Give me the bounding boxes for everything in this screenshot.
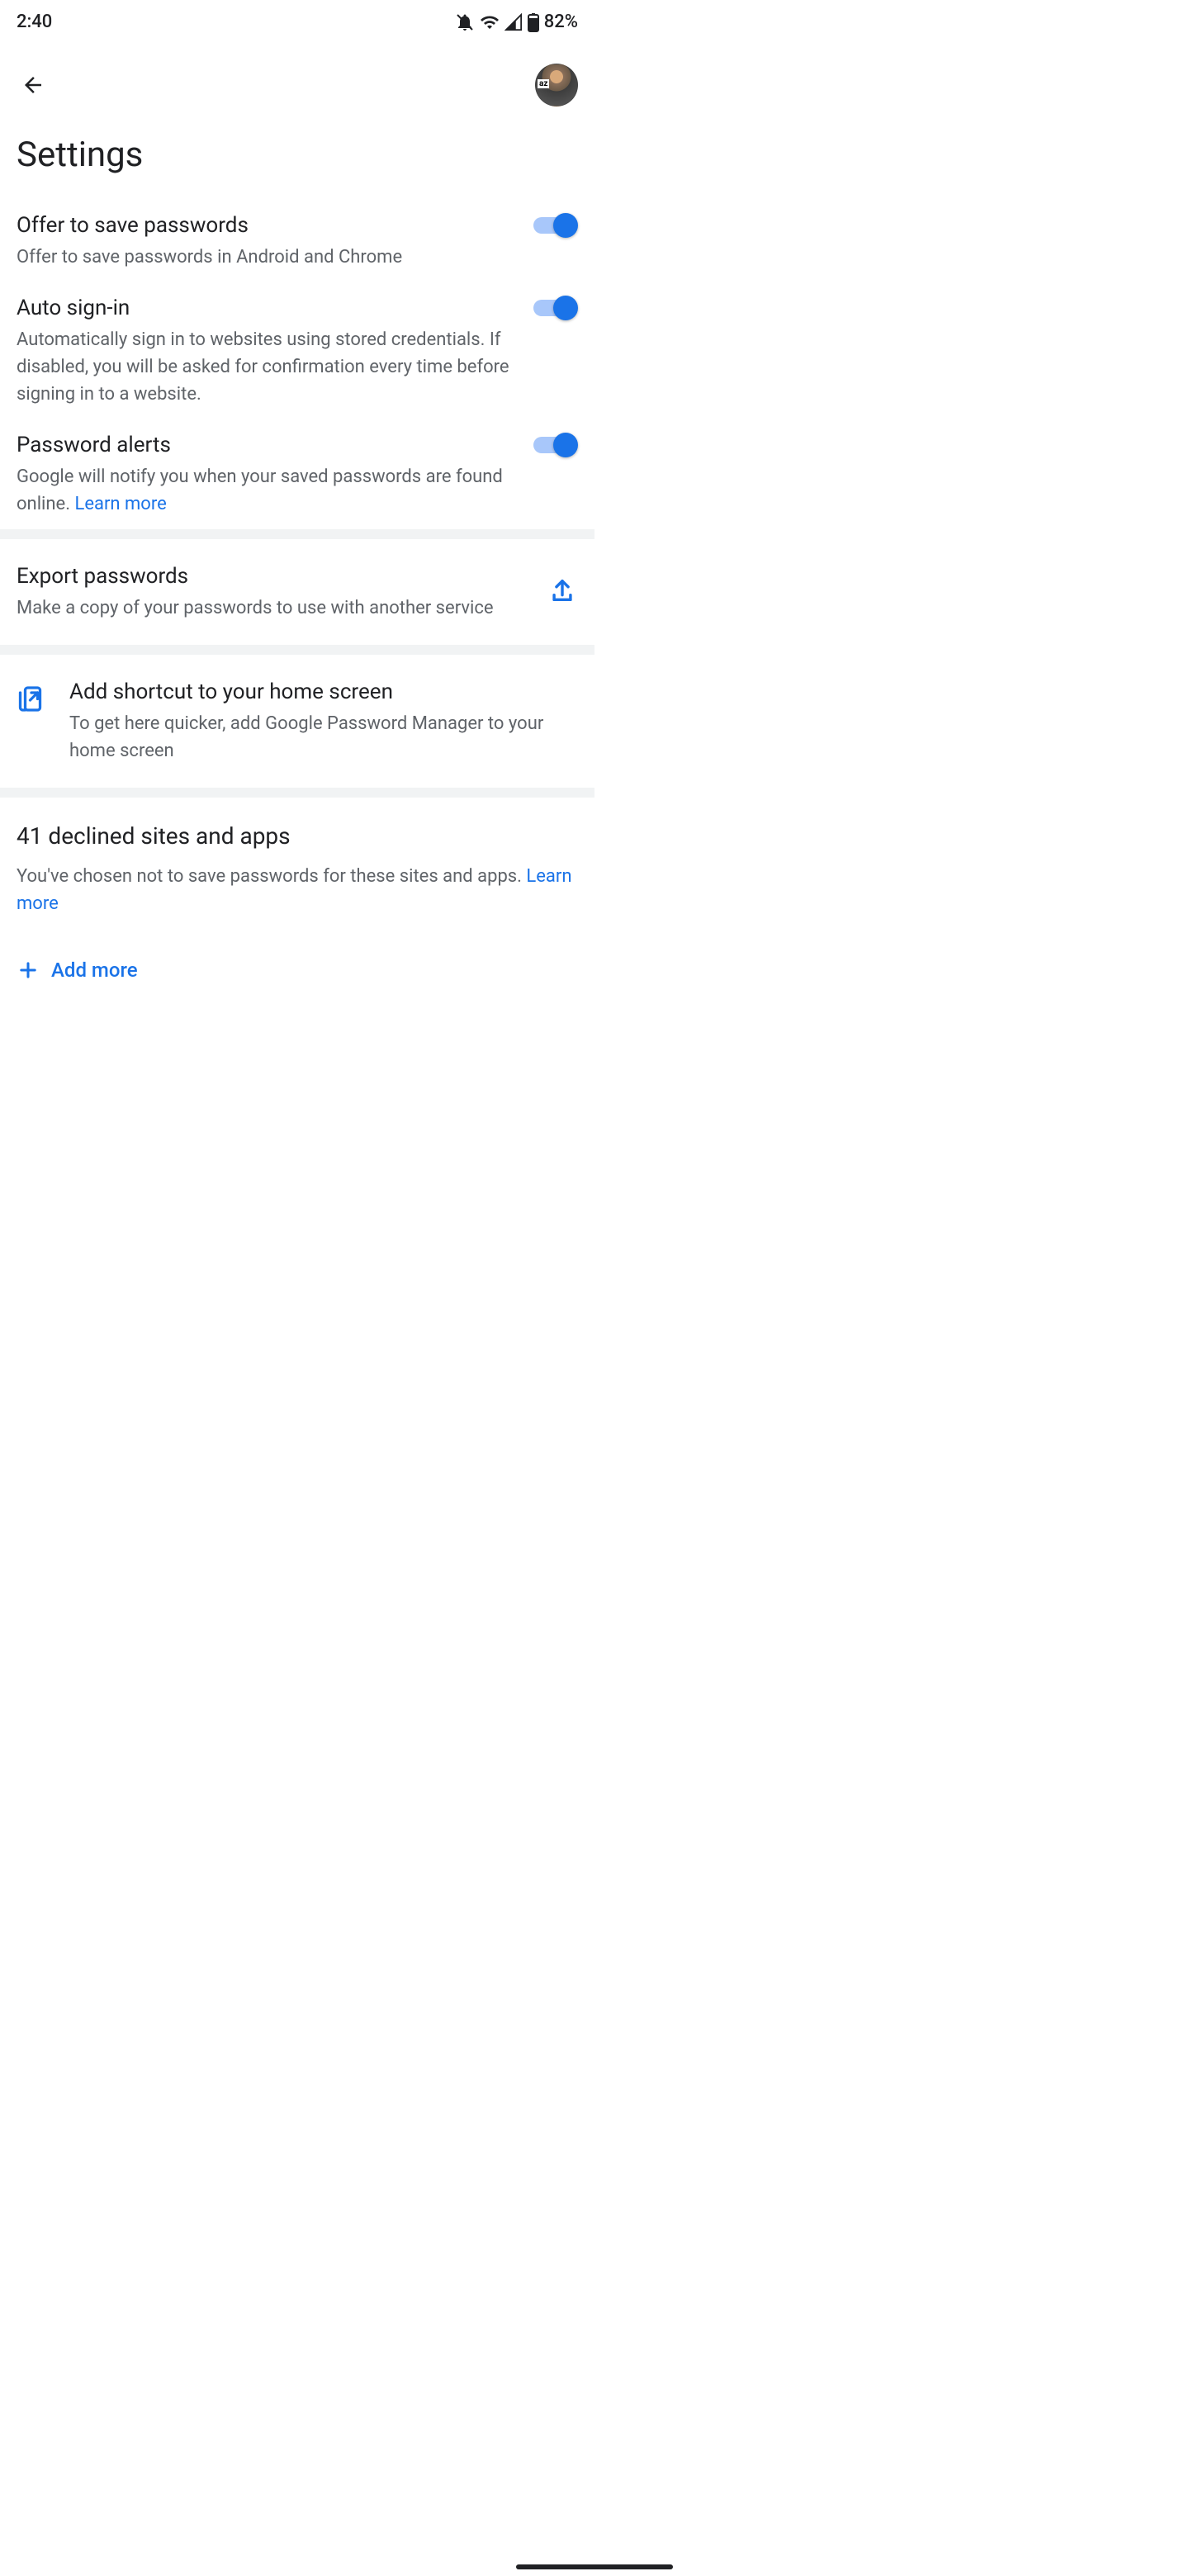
toggle-password-alerts[interactable] — [533, 433, 578, 457]
setting-offer-save[interactable]: Offer to save passwords Offer to save pa… — [0, 200, 594, 282]
arrow-back-icon — [21, 73, 45, 97]
toggle-offer-save[interactable] — [533, 213, 578, 238]
setting-title: Password alerts — [17, 431, 520, 460]
setting-desc: Offer to save passwords in Android and C… — [17, 244, 520, 271]
declined-desc: You've chosen not to save passwords for … — [17, 863, 578, 917]
page-title: Settings — [0, 123, 594, 200]
plus-icon — [17, 959, 40, 982]
declined-title: 41 declined sites and apps — [17, 822, 578, 850]
setting-password-alerts[interactable]: Password alerts Google will notify you w… — [0, 419, 594, 529]
setting-desc: Automatically sign in to websites using … — [17, 326, 520, 408]
status-icons: 82% — [455, 12, 578, 32]
status-time: 2:40 — [17, 12, 52, 32]
setting-title: Export passwords — [17, 562, 535, 591]
cell-signal-icon — [504, 13, 523, 31]
wifi-icon — [480, 12, 500, 32]
setting-auto-signin[interactable]: Auto sign-in Automatically sign in to we… — [0, 282, 594, 419]
setting-desc: Google will notify you when your saved p… — [17, 463, 520, 518]
upload-icon — [548, 576, 576, 608]
export-passwords[interactable]: Export passwords Make a copy of your pas… — [0, 539, 594, 645]
battery-icon — [528, 12, 539, 32]
divider — [0, 645, 594, 655]
avatar[interactable] — [535, 64, 578, 107]
app-bar — [0, 40, 594, 123]
add-more-label: Add more — [51, 959, 138, 982]
add-more-button[interactable]: Add more — [0, 934, 594, 1006]
dnd-off-icon — [455, 12, 475, 32]
declined-section: 41 declined sites and apps You've chosen… — [0, 798, 594, 934]
back-button[interactable] — [17, 69, 50, 102]
setting-title: Offer to save passwords — [17, 211, 520, 240]
nav-handle[interactable] — [516, 2564, 673, 2569]
divider — [0, 788, 594, 798]
status-bar: 2:40 82% — [0, 0, 594, 40]
divider — [0, 529, 594, 539]
battery-text: 82% — [544, 12, 578, 32]
toggle-auto-signin[interactable] — [533, 296, 578, 320]
shortcut-icon — [17, 683, 46, 716]
setting-desc: Make a copy of your passwords to use wit… — [17, 594, 535, 622]
add-shortcut[interactable]: Add shortcut to your home screen To get … — [0, 655, 594, 788]
learn-more-link[interactable]: Learn more — [74, 494, 166, 514]
setting-title: Auto sign-in — [17, 294, 520, 323]
setting-title: Add shortcut to your home screen — [69, 678, 578, 707]
setting-desc: To get here quicker, add Google Password… — [69, 710, 578, 765]
